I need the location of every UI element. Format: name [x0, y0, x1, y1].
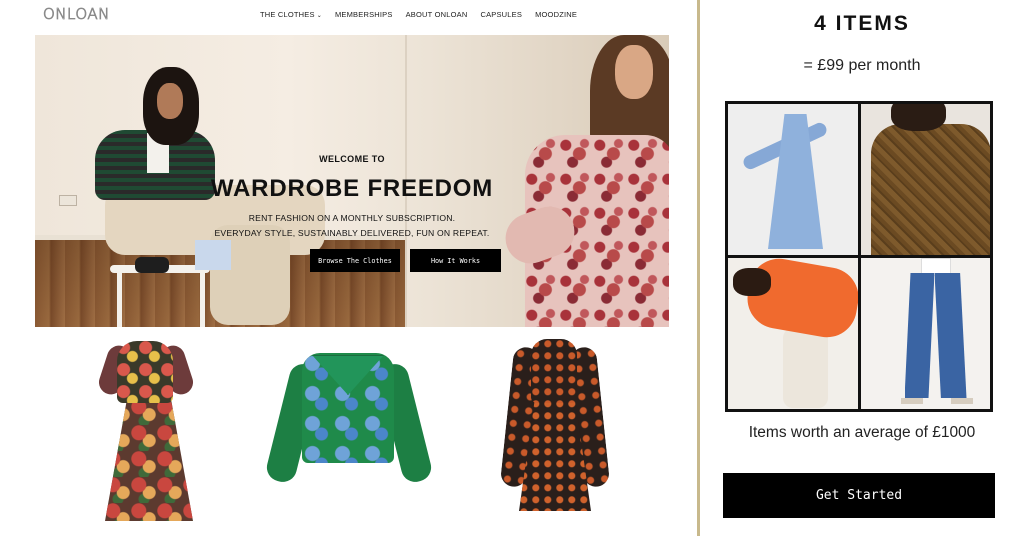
get-started-button[interactable]: Get Started [723, 473, 995, 518]
items-image-grid [725, 101, 993, 412]
check-blouse-image [860, 104, 990, 255]
monthly-price: = £99 per month [803, 57, 921, 74]
chevron-down-icon: ⌄ [316, 13, 322, 19]
hero-wall-edge [405, 35, 407, 327]
main-nav: THE CLOTHES ⌄ MEMBERSHIPS ABOUT ONLOAN CA… [260, 10, 577, 19]
how-it-works-button[interactable]: How It Works [410, 249, 501, 272]
product-card[interactable] [45, 333, 235, 529]
orange-sheer-top-image [728, 258, 858, 409]
nav-item-the-clothes[interactable]: THE CLOTHES ⌄ [260, 10, 322, 19]
nav-item-label: THE CLOTHES [260, 10, 315, 19]
site-logo[interactable]: ONLOAN [43, 5, 110, 24]
items-count-title: 4 ITEMS [814, 12, 910, 35]
nav-item-about-onloan[interactable]: ABOUT ONLOAN [406, 10, 468, 19]
nav-item-memberships[interactable]: MEMBERSHIPS [335, 10, 393, 19]
product-card[interactable] [250, 333, 440, 529]
website-preview: ONLOAN THE CLOTHES ⌄ MEMBERSHIPS ABOUT ON… [0, 0, 697, 536]
wall-socket-icon [59, 195, 77, 206]
hero-banner [35, 35, 669, 327]
browse-the-clothes-button[interactable]: Browse The Clothes [310, 249, 400, 272]
items-worth-text: Items worth an average of £1000 [748, 424, 976, 441]
nav-item-capsules[interactable]: CAPSULES [480, 10, 522, 19]
nav-item-moodzine[interactable]: MOODZINE [535, 10, 577, 19]
product-card[interactable] [457, 333, 647, 529]
blue-shirt-dress-image [728, 104, 858, 255]
wide-leg-jeans-image [860, 258, 990, 409]
